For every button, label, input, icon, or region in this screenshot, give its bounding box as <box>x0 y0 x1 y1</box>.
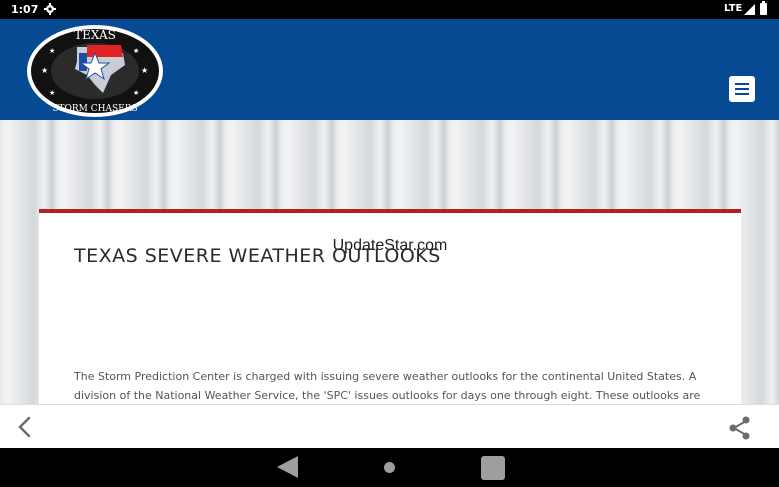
battery-icon <box>760 1 767 15</box>
texas-storm-chasers-logo[interactable]: TEXAS STORM CHASERS ★ ★ ★ ★ ★ ★ <box>25 23 165 119</box>
page-title: TEXAS SEVERE WEATHER OUTLOOKS <box>74 245 441 267</box>
bottom-toolbar <box>0 404 779 448</box>
share-icon[interactable] <box>727 415 753 441</box>
nav-home-icon[interactable] <box>384 462 395 473</box>
hamburger-menu-icon[interactable] <box>729 76 755 102</box>
logo-text-top: TEXAS <box>74 28 116 42</box>
status-bar: 1:07 LTE <box>0 0 779 19</box>
svg-text:★: ★ <box>49 89 55 97</box>
app-header: TEXAS STORM CHASERS ★ ★ ★ ★ ★ ★ <box>0 19 779 120</box>
content-area: UpdateStar.com TEXAS SEVERE WEATHER OUTL… <box>0 120 779 404</box>
nav-back-icon[interactable] <box>274 454 300 480</box>
logo-text-bottom: STORM CHASERS <box>52 104 137 114</box>
svg-text:★: ★ <box>133 47 139 55</box>
svg-text:★: ★ <box>141 66 148 75</box>
system-nav-bar <box>0 448 779 487</box>
article-body: The Storm Prediction Center is charged w… <box>74 370 701 402</box>
network-type: LTE <box>724 3 743 14</box>
nav-recents-icon[interactable] <box>481 456 505 480</box>
article-card: UpdateStar.com TEXAS SEVERE WEATHER OUTL… <box>39 209 741 404</box>
svg-text:★: ★ <box>133 89 139 97</box>
status-time: 1:07 <box>11 3 39 16</box>
gear-icon <box>44 3 56 15</box>
svg-text:★: ★ <box>41 66 48 75</box>
signal-icon <box>744 4 755 15</box>
svg-text:★: ★ <box>49 47 55 55</box>
chevron-left-icon[interactable] <box>14 415 36 439</box>
